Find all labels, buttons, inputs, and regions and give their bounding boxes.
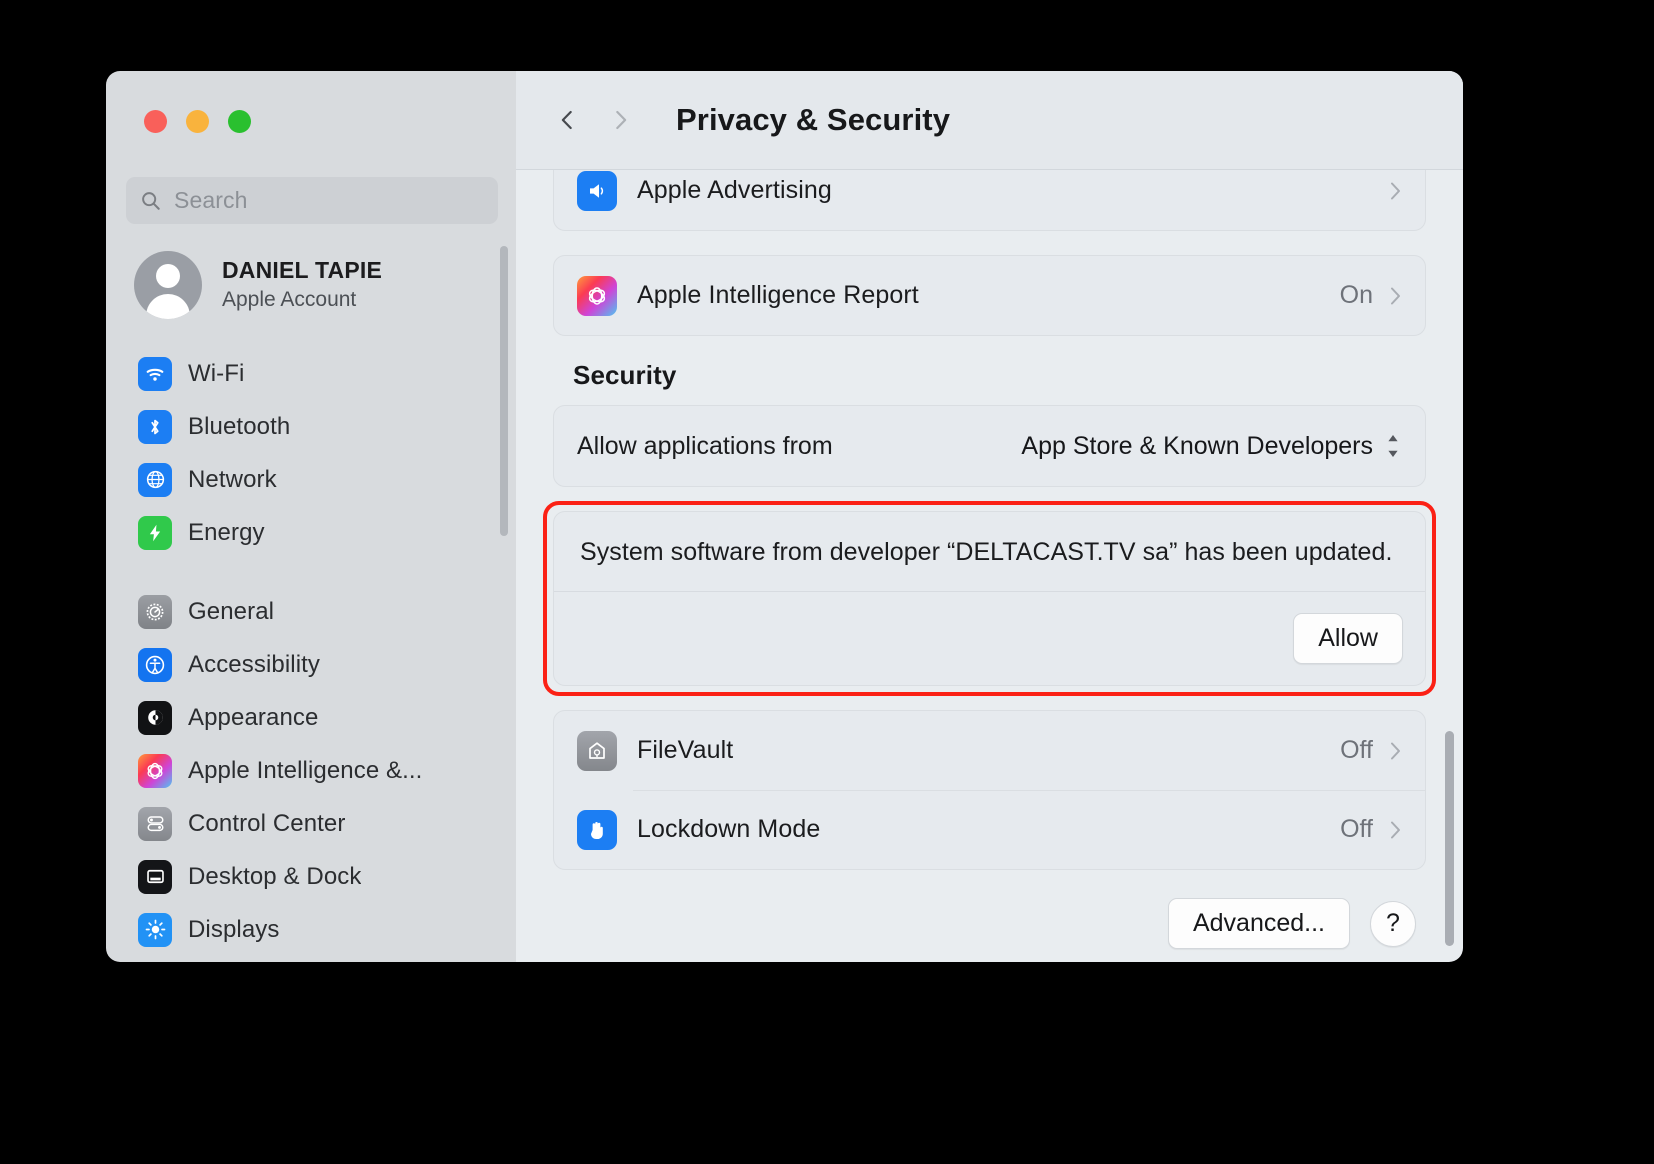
sidebar-item-displays[interactable]: Displays (128, 903, 508, 956)
row-allow-applications-from[interactable]: Allow applications from App Store & Know… (554, 406, 1425, 486)
advanced-button[interactable]: Advanced... (1167, 898, 1350, 949)
sidebar-group-system: General Accessibility Appearance Apple I… (128, 585, 508, 956)
sidebar-group-connectivity: Wi-Fi Bluetooth Network Energy (128, 347, 508, 559)
filevault-icon (577, 730, 617, 771)
row-label: FileVault (637, 736, 734, 764)
sidebar-item-label: Apple Intelligence &... (188, 756, 423, 784)
system-software-alert: System software from developer “DELTACAS… (543, 501, 1436, 696)
zoom-button[interactable] (228, 110, 251, 133)
desktop-dock-icon (138, 859, 172, 894)
allow-button[interactable]: Allow (1293, 613, 1403, 664)
forward-button[interactable] (608, 105, 634, 135)
sidebar-item-label: Bluetooth (188, 412, 291, 440)
appearance-icon (138, 700, 172, 735)
chevron-left-icon (561, 110, 572, 130)
sidebar-item-general[interactable]: General (128, 585, 508, 638)
detail-pane: Privacy & Security Apple Advertising App… (516, 71, 1463, 962)
security-section-heading: Security (573, 360, 677, 390)
sidebar-item-label: Energy (188, 518, 265, 546)
stepper-updown-icon[interactable] (1383, 429, 1403, 463)
system-software-alert-message: System software from developer “DELTACAS… (580, 538, 1393, 566)
sidebar-item-desktop-dock[interactable]: Desktop & Dock (128, 850, 508, 903)
sidebar-item-label: Wi-Fi (188, 359, 245, 387)
apple-intelligence-icon (138, 753, 172, 788)
sidebar-item-wifi[interactable]: Wi-Fi (128, 347, 508, 400)
sidebar-item-label: Displays (188, 915, 280, 943)
sidebar-item-apple-intelligence[interactable]: Apple Intelligence &... (128, 744, 508, 797)
toolbar: Privacy & Security (516, 71, 1463, 170)
system-settings-window: Search DANIEL TAPIE Apple Account Wi-Fi … (106, 71, 1463, 962)
security-options-card: FileVault Off Lockdown Mode Off (553, 710, 1426, 870)
sidebar-item-appearance[interactable]: Appearance (128, 691, 508, 744)
sidebar-item-label: Control Center (188, 809, 346, 837)
sidebar-item-bluetooth[interactable]: Bluetooth (128, 400, 508, 453)
chevron-right-icon (616, 110, 627, 130)
chevron-right-icon (1391, 821, 1400, 838)
footer-actions: Advanced... ? (553, 898, 1426, 949)
sidebar-item-label: General (188, 597, 275, 625)
settings-content: Apple Advertising Apple Intelligence Rep… (516, 150, 1463, 962)
row-value: Off (1340, 815, 1373, 843)
row-filevault[interactable]: FileVault Off (554, 711, 1425, 790)
page-title: Privacy & Security (676, 102, 951, 137)
search-input[interactable]: Search (126, 177, 498, 224)
globe-icon (138, 462, 172, 497)
content-scrollbar[interactable] (1445, 731, 1454, 946)
allow-applications-label: Allow applications from (577, 431, 833, 460)
allow-applications-card: Allow applications from App Store & Know… (553, 405, 1426, 487)
sidebar: Search DANIEL TAPIE Apple Account Wi-Fi … (106, 71, 516, 962)
bolt-icon (138, 515, 172, 550)
search-icon (142, 191, 160, 210)
sidebar-item-label: Appearance (188, 703, 319, 731)
control-center-icon (138, 806, 172, 841)
apple-intelligence-report-card: Apple Intelligence Report On (553, 255, 1426, 336)
wifi-icon (138, 356, 172, 391)
displays-icon (138, 912, 172, 947)
sidebar-item-label: Desktop & Dock (188, 862, 362, 890)
row-apple-intelligence-report[interactable]: Apple Intelligence Report On (554, 256, 1425, 335)
accessibility-icon (138, 647, 172, 682)
help-button[interactable]: ? (1370, 900, 1416, 947)
sidebar-item-network[interactable]: Network (128, 453, 508, 506)
sidebar-item-energy[interactable]: Energy (128, 506, 508, 559)
chevron-right-icon (1391, 742, 1400, 759)
sidebar-nav: Wi-Fi Bluetooth Network Energy General A… (128, 347, 508, 962)
apple-advertising-icon (577, 170, 617, 211)
sidebar-item-control-center[interactable]: Control Center (128, 797, 508, 850)
row-value: On (1339, 281, 1373, 309)
sidebar-scrollbar[interactable] (500, 246, 508, 536)
account-row[interactable]: DANIEL TAPIE Apple Account (134, 251, 382, 319)
row-value: Off (1340, 736, 1373, 764)
sidebar-item-label: Accessibility (188, 650, 320, 678)
row-label: Apple Intelligence Report (637, 281, 919, 309)
apple-intelligence-icon (577, 275, 617, 316)
avatar (134, 251, 202, 319)
sidebar-item-accessibility[interactable]: Accessibility (128, 638, 508, 691)
allow-applications-value: App Store & Known Developers (1021, 431, 1373, 460)
system-software-alert-card: System software from developer “DELTACAS… (553, 511, 1426, 686)
row-label: Apple Advertising (637, 176, 832, 204)
chevron-right-icon (1391, 182, 1400, 199)
account-subtitle: Apple Account (222, 288, 357, 312)
window-controls (144, 110, 251, 133)
row-label: Lockdown Mode (637, 815, 821, 843)
account-name: DANIEL TAPIE (222, 257, 383, 284)
chevron-right-icon (1391, 287, 1400, 304)
lockdown-mode-icon (577, 809, 617, 850)
bluetooth-icon (138, 409, 172, 444)
gear-icon (138, 594, 172, 629)
sidebar-item-label: Network (188, 465, 277, 493)
system-software-alert-actions: Allow (554, 591, 1425, 685)
screen: Search DANIEL TAPIE Apple Account Wi-Fi … (0, 0, 1654, 1164)
back-button[interactable] (554, 105, 580, 135)
minimize-button[interactable] (186, 110, 209, 133)
row-lockdown-mode[interactable]: Lockdown Mode Off (554, 790, 1425, 869)
search-placeholder: Search (174, 187, 248, 213)
close-button[interactable] (144, 110, 167, 133)
